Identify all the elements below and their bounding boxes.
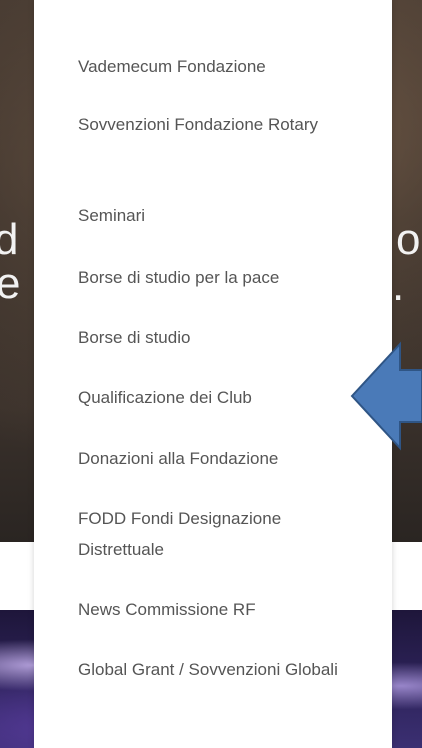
menu-item-qualificazione-club[interactable]: Qualificazione dei Club	[78, 382, 348, 413]
hero-heading-fragment: o;	[396, 215, 422, 264]
menu-item-borse-studio-pace[interactable]: Borse di studio per la pace	[78, 262, 348, 293]
dropdown-menu: Vademecum Fondazione Sovvenzioni Fondazi…	[34, 0, 392, 748]
menu-item-donazioni-fondazione[interactable]: Donazioni alla Fondazione	[78, 443, 348, 474]
hero-heading-fragment: .	[392, 261, 405, 310]
menu-item-vademecum-fondazione[interactable]: Vademecum Fondazione	[78, 51, 348, 82]
hero-heading-fragment: d	[0, 215, 19, 264]
menu-item-news-commissione-rf[interactable]: News Commissione RF	[78, 594, 348, 625]
menu-item-borse-studio[interactable]: Borse di studio	[78, 322, 348, 353]
menu-item-seminari[interactable]: Seminari	[78, 200, 348, 231]
menu-item-sovvenzioni-fondazione-rotary[interactable]: Sovvenzioni Fondazione Rotary	[78, 109, 348, 140]
menu-item-global-grant[interactable]: Global Grant / Sovvenzioni Globali	[78, 654, 348, 685]
menu-item-fodd[interactable]: FODD Fondi Designazione Distrettuale	[78, 503, 348, 565]
left-arrow-icon	[350, 341, 422, 451]
